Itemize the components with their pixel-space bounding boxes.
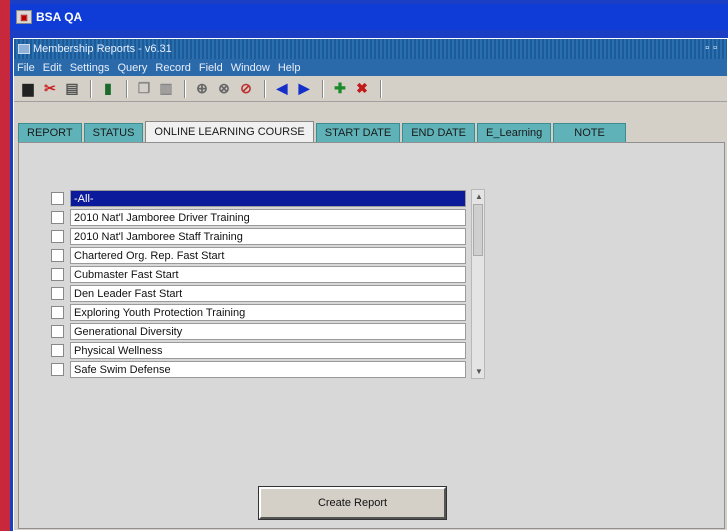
membership-reports-window: Membership Reports - v6.31 ▫▫ File Edit … — [13, 38, 728, 531]
menu-field[interactable]: Field — [199, 62, 223, 74]
menu-query[interactable]: Query — [117, 62, 147, 74]
toolbar-separator — [380, 79, 382, 98]
course-name[interactable]: Safe Swim Defense — [70, 361, 466, 378]
menu-file[interactable]: File — [17, 62, 35, 74]
course-checkbox[interactable] — [51, 344, 64, 357]
window-icon — [18, 44, 30, 54]
app-logo-icon: ▣ — [16, 10, 32, 24]
window-title-bar[interactable]: Membership Reports - v6.31 ▫▫ — [14, 39, 727, 59]
course-checkbox[interactable] — [51, 268, 64, 281]
tab-start-date[interactable]: START DATE — [315, 123, 401, 142]
list-item: 2010 Nat'l Jamboree Staff Training — [51, 227, 466, 246]
tab-note[interactable]: NOTE — [553, 123, 626, 142]
course-checkbox[interactable] — [51, 325, 64, 338]
list-item: Safe Swim Defense — [51, 360, 466, 379]
toolbar-separator — [264, 79, 266, 98]
list-item: Chartered Org. Rep. Fast Start — [51, 246, 466, 265]
cancel-query-icon[interactable]: ⊘ — [236, 79, 256, 99]
toolbar-separator — [90, 79, 92, 98]
exit-icon[interactable]: ▮ — [98, 79, 118, 99]
course-name[interactable]: Exploring Youth Protection Training — [70, 304, 466, 321]
course-checkbox[interactable] — [51, 211, 64, 224]
course-checkbox[interactable] — [51, 287, 64, 300]
course-name[interactable]: 2010 Nat'l Jamboree Staff Training — [70, 228, 466, 245]
execute-query-icon[interactable]: ⊗ — [214, 79, 234, 99]
course-checkbox[interactable] — [51, 230, 64, 243]
desktop-edge — [0, 0, 10, 531]
menu-settings[interactable]: Settings — [70, 62, 110, 74]
menu-help[interactable]: Help — [278, 62, 301, 74]
list-item: -All- — [51, 189, 466, 208]
window-controls[interactable]: ▫▫ — [705, 42, 721, 54]
list-item: 2010 Nat'l Jamboree Driver Training — [51, 208, 466, 227]
course-checkbox[interactable] — [51, 306, 64, 319]
tab-end-date[interactable]: END DATE — [402, 123, 476, 142]
delete-record-icon[interactable]: ✖ — [352, 79, 372, 99]
cut-icon[interactable]: ✂ — [40, 79, 60, 99]
course-checkbox[interactable] — [51, 192, 64, 205]
course-name[interactable]: Cubmaster Fast Start — [70, 266, 466, 283]
course-panel: -All- 2010 Nat'l Jamboree Driver Trainin… — [18, 142, 725, 529]
toolbar-separator — [126, 79, 128, 98]
copy-icon[interactable]: ❐ — [134, 79, 154, 99]
course-name[interactable]: -All- — [70, 190, 466, 207]
course-list-scrollbar[interactable]: ▲ ▼ — [471, 189, 485, 379]
course-name[interactable]: Generational Diversity — [70, 323, 466, 340]
paste-icon[interactable]: ▥ — [156, 79, 176, 99]
course-name[interactable]: Physical Wellness — [70, 342, 466, 359]
list-item: Physical Wellness — [51, 341, 466, 360]
course-checkbox[interactable] — [51, 249, 64, 262]
tab-online-learning-course[interactable]: ONLINE LEARNING COURSE — [145, 121, 314, 142]
tab-status[interactable]: STATUS — [83, 123, 144, 142]
app-title-bar: ▣ BSA QA — [10, 4, 728, 30]
course-name[interactable]: Chartered Org. Rep. Fast Start — [70, 247, 466, 264]
course-name[interactable]: 2010 Nat'l Jamboree Driver Training — [70, 209, 466, 226]
save-icon[interactable]: ▆ — [18, 79, 38, 99]
scroll-down-icon[interactable]: ▼ — [475, 367, 483, 376]
list-item: Generational Diversity — [51, 322, 466, 341]
window-title: Membership Reports - v6.31 — [33, 43, 172, 55]
scroll-up-icon[interactable]: ▲ — [475, 192, 483, 201]
menu-bar: File Edit Settings Query Record Field Wi… — [14, 59, 727, 76]
toolbar-separator — [184, 79, 186, 98]
create-report-button[interactable]: Create Report — [259, 487, 446, 519]
course-name[interactable]: Den Leader Fast Start — [70, 285, 466, 302]
course-list: -All- 2010 Nat'l Jamboree Driver Trainin… — [51, 189, 466, 379]
tab-strip: REPORT STATUS ONLINE LEARNING COURSE STA… — [14, 121, 628, 142]
list-item: Cubmaster Fast Start — [51, 265, 466, 284]
previous-record-icon[interactable]: ◀ — [272, 79, 292, 99]
next-record-icon[interactable]: ▶ — [294, 79, 314, 99]
toolbar: ▆ ✂ ▤ ▮ ❐ ▥ ⊕ ⊗ ⊘ ◀ ▶ ✚ ✖ — [14, 76, 727, 102]
tab-e-learning[interactable]: E_Learning — [477, 123, 552, 142]
insert-record-icon[interactable]: ✚ — [330, 79, 350, 99]
enter-query-icon[interactable]: ⊕ — [192, 79, 212, 99]
menu-edit[interactable]: Edit — [43, 62, 62, 74]
tab-report[interactable]: REPORT — [18, 123, 82, 142]
menu-record[interactable]: Record — [155, 62, 190, 74]
course-checkbox[interactable] — [51, 363, 64, 376]
app-title: BSA QA — [36, 10, 83, 24]
toolbar-separator — [322, 79, 324, 98]
list-item: Exploring Youth Protection Training — [51, 303, 466, 322]
scroll-thumb[interactable] — [473, 204, 483, 256]
print-icon[interactable]: ▤ — [62, 79, 82, 99]
menu-window[interactable]: Window — [231, 62, 270, 74]
list-item: Den Leader Fast Start — [51, 284, 466, 303]
